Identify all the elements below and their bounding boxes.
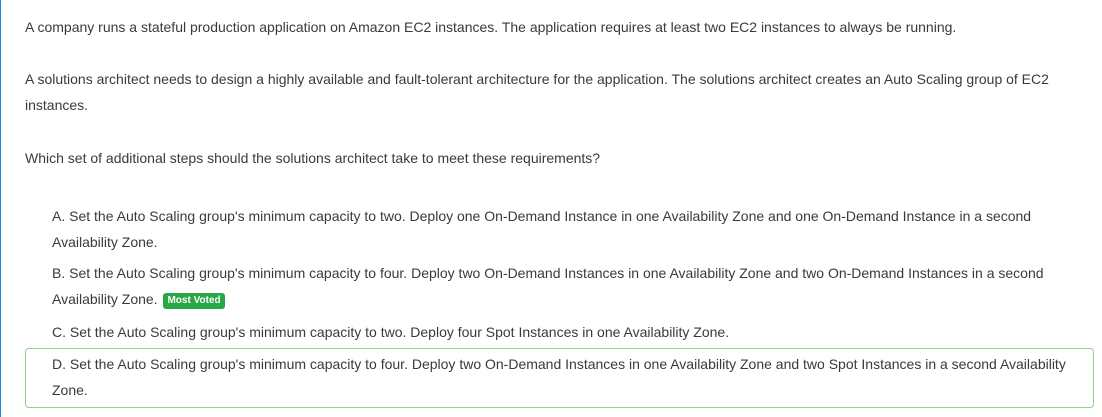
answer-choices: A. Set the Auto Scaling group's minimum … (25, 200, 1094, 408)
choice-c[interactable]: C. Set the Auto Scaling group's minimum … (25, 318, 1094, 348)
most-voted-badge: Most Voted (163, 293, 225, 309)
question-prompt: Which set of additional steps should the… (25, 150, 601, 166)
choice-letter: A. (52, 208, 66, 224)
question-card: A company runs a stateful production app… (0, 0, 1102, 417)
choice-letter: B. (52, 265, 66, 281)
question-paragraph-1: A company runs a stateful production app… (25, 19, 957, 35)
choice-text: Set the Auto Scaling group's minimum cap… (52, 208, 1032, 250)
choice-letter: D. (52, 356, 66, 372)
choice-b[interactable]: B. Set the Auto Scaling group's minimum … (25, 258, 1094, 318)
choice-text: Set the Auto Scaling group's minimum cap… (69, 324, 730, 340)
choice-letter: C. (52, 324, 66, 340)
question-paragraph-2: A solutions architect needs to design a … (25, 71, 1049, 113)
choice-d[interactable]: D. Set the Auto Scaling group's minimum … (25, 348, 1094, 408)
choice-text: Set the Auto Scaling group's minimum cap… (52, 356, 1066, 398)
choice-a[interactable]: A. Set the Auto Scaling group's minimum … (25, 200, 1094, 258)
